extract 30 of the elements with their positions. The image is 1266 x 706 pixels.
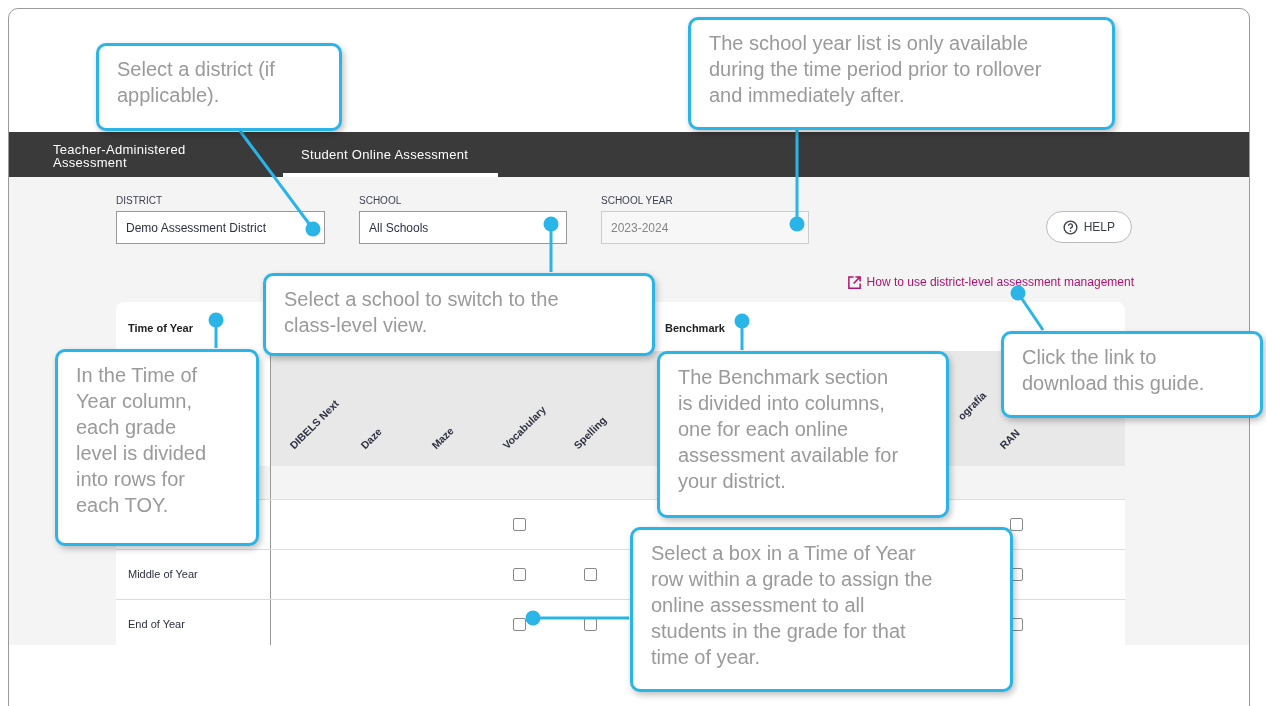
field-label: DISTRICT — [116, 195, 164, 206]
row-label: End of Year — [127, 618, 185, 630]
checkbox[interactable] — [513, 518, 526, 531]
callout: In the Time of Year column, each grade level is divided into rows for each TOY. — [55, 349, 259, 546]
leader-line — [734, 313, 750, 350]
callout: Select a district (if applicable). — [96, 43, 342, 131]
callout: The Benchmark section is divided into columns, one for each online assessment available for your district. — [657, 351, 949, 518]
field-label: SCHOOL YEAR — [601, 195, 674, 206]
dropdown-field[interactable]: All Schools — [359, 211, 567, 244]
dropdown-field[interactable]: Demo Assessment District — [116, 211, 325, 244]
callout: Click the link to download this guide. — [1001, 331, 1263, 418]
leader-line — [208, 312, 224, 348]
checkbox[interactable] — [584, 568, 597, 581]
leader-line — [543, 216, 559, 272]
callout: The school year list is only available during the time period prior to rollover and immediately after. — [688, 17, 1115, 130]
tab[interactable]: Teacher-Administered Assessment — [53, 132, 203, 177]
callout: Select a box in a Time of Year row within a grade to assign the online assessment to all students in the grade for that time of year. — [630, 527, 1013, 692]
callout: Select a school to switch to the class-level view. — [263, 273, 655, 356]
checkbox[interactable] — [513, 568, 526, 581]
help-icon — [1062, 219, 1078, 235]
help-button[interactable]: HELP — [1045, 211, 1132, 243]
row-label: Middle of Year — [127, 568, 198, 580]
guide-link[interactable]: How to use district-level assessment management — [846, 270, 1134, 294]
leader-line — [1010, 285, 1045, 331]
column-heading: Benchmark — [665, 321, 725, 334]
checkbox[interactable] — [1010, 518, 1023, 531]
checkbox[interactable] — [513, 618, 526, 631]
external-link-icon — [846, 274, 862, 290]
column-heading: Time of Year — [128, 321, 194, 334]
field-label: SCHOOL — [359, 195, 403, 206]
